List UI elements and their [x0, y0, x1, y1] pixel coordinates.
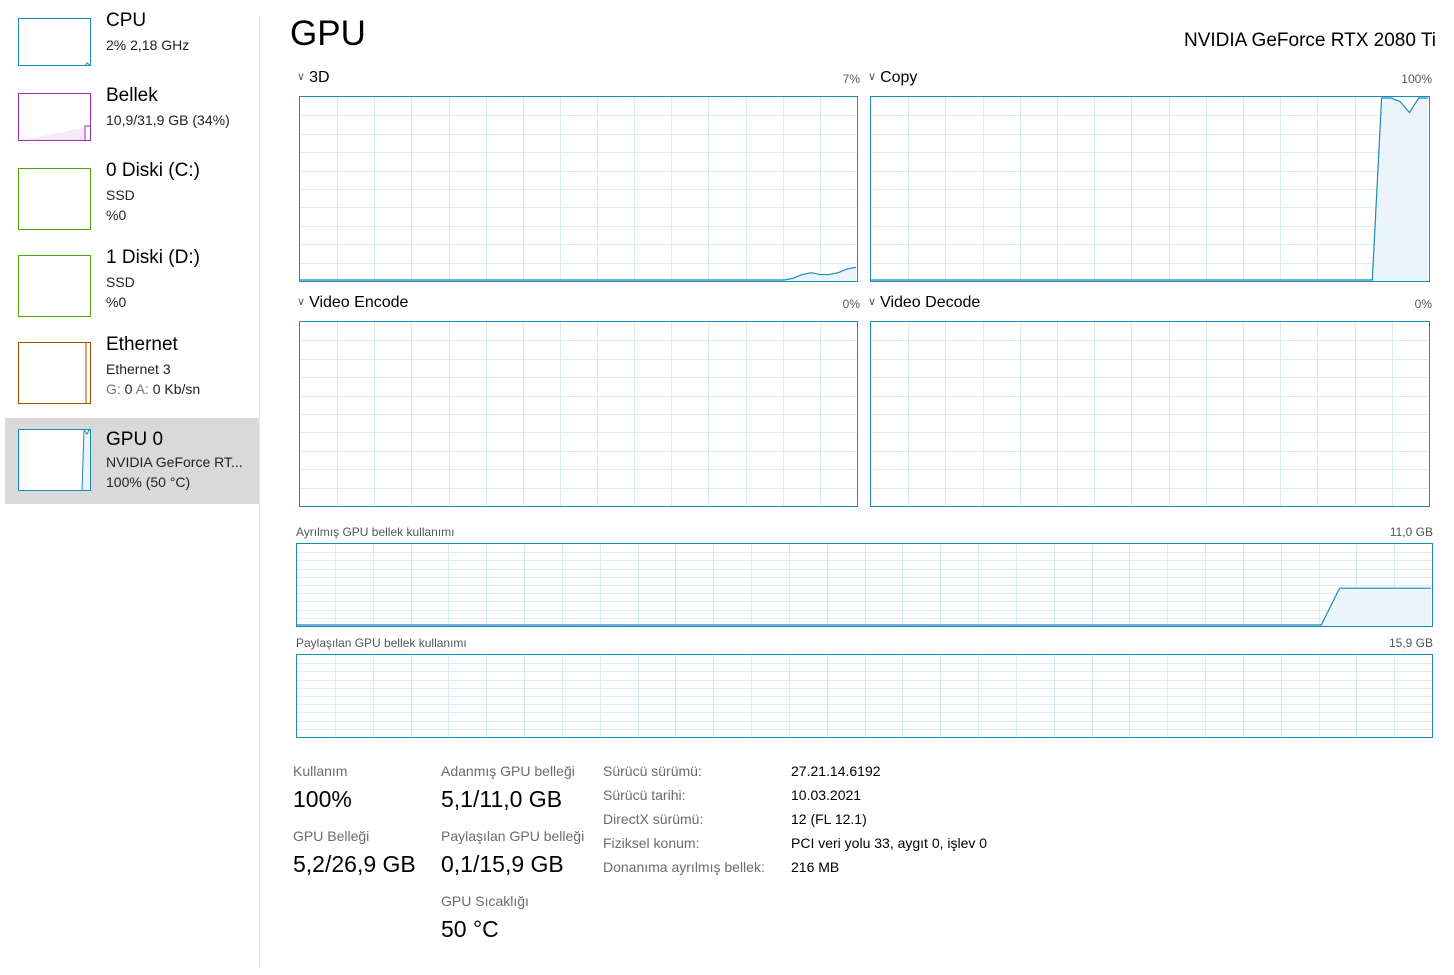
engine-selector-copy[interactable]: ∨ Copy	[868, 69, 917, 87]
sidebar-item-detail-2: 100% (50 °C)	[106, 474, 191, 490]
send-value: 0	[124, 381, 133, 397]
sidebar-item-title: 1 Diski (D:)	[106, 247, 200, 268]
sidebar-item-cpu[interactable]: CPU 2% 2,18 GHz	[5, 10, 259, 96]
engine-video-decode-history-svg	[871, 322, 1429, 506]
chevron-down-icon: ∨	[297, 71, 306, 83]
sidebar-item-disk-c[interactable]: 0 Diski (C:) SSD %0	[5, 160, 259, 246]
sidebar-item-title: GPU 0	[106, 429, 164, 450]
receive-label: A:	[135, 381, 149, 397]
sidebar-divider	[259, 18, 260, 966]
sidebar-item-detail: 10,9/31,9 GB (34%)	[106, 112, 230, 128]
dedicated-memory-value: 5,1/11,0 GB	[441, 786, 563, 812]
sidebar-item-title: Bellek	[106, 85, 158, 106]
memory-thumbnail-graph	[18, 93, 91, 141]
disk-c-thumbnail-graph	[18, 168, 91, 230]
dedicated-memory-graph	[296, 543, 1433, 627]
chevron-down-icon: ∨	[868, 296, 877, 308]
engine-3d-history-line	[300, 266, 857, 281]
dedicated-memory-label: Adanmış GPU belleği	[441, 763, 575, 779]
shared-memory-graph	[296, 654, 1433, 738]
usage-label: Kullanım	[293, 763, 348, 779]
sidebar-item-detail: NVIDIA GeForce RT...	[106, 454, 243, 470]
engine-percent-copy: 100%	[1401, 72, 1432, 86]
engine-graph-video-encode	[299, 321, 858, 507]
sidebar-item-ethernet[interactable]: Ethernet Ethernet 3 G: 0 A: 0 Kb/sn	[5, 334, 259, 420]
shared-memory-history-svg	[297, 655, 1432, 737]
engine-name: Video Encode	[309, 294, 409, 311]
dedicated-memory-graph-label: Ayrılmış GPU bellek kullanımı	[296, 525, 455, 539]
device-name: NVIDIA GeForce RTX 2080 Ti	[1183, 30, 1436, 51]
gpu-memory-label: GPU Belleği	[293, 828, 370, 844]
chevron-down-icon: ∨	[297, 296, 306, 308]
sidebar-item-detail: SSD	[106, 274, 135, 290]
engine-percent-video-encode: 0%	[842, 297, 860, 311]
engine-graph-video-decode	[870, 321, 1430, 507]
sidebar-item-disk-d[interactable]: 1 Diski (D:) SSD %0	[5, 247, 259, 333]
engine-name: Copy	[880, 69, 918, 86]
engine-graph-3d	[299, 96, 858, 282]
hardware-reserved-memory-label: Donanıma ayrılmış bellek:	[603, 859, 765, 875]
engine-selector-video-encode[interactable]: ∨ Video Encode	[297, 294, 408, 312]
engine-selector-3d[interactable]: ∨ 3D	[297, 69, 330, 87]
engine-graph-copy	[870, 96, 1430, 282]
usage-value: 100%	[293, 786, 352, 812]
page-title: GPU	[290, 14, 366, 53]
cpu-thumbnail-graph	[18, 18, 91, 66]
dedicated-memory-history-svg	[297, 544, 1432, 626]
sidebar-item-title: Ethernet	[106, 334, 178, 355]
chevron-down-icon: ∨	[868, 71, 877, 83]
engine-3d-history-svg	[300, 97, 857, 281]
shared-memory-graph-label: Paylaşılan GPU bellek kullanımı	[296, 636, 467, 650]
dedicated-memory-graph-max: 11,0 GB	[1389, 525, 1433, 539]
disk-d-thumbnail-graph	[18, 255, 91, 317]
directx-version-label: DirectX sürümü:	[603, 811, 704, 827]
ethernet-thumbnail-graph	[18, 342, 91, 404]
engine-3d-history-fill	[300, 267, 856, 281]
driver-date-value: 10.03.2021	[791, 787, 862, 803]
driver-version-label: Sürücü sürümü:	[603, 763, 702, 779]
hardware-reserved-memory-value: 216 MB	[791, 859, 840, 875]
engine-copy-history-svg	[871, 97, 1429, 281]
sidebar-item-title: CPU	[106, 10, 147, 31]
sidebar-item-detail: Ethernet 3	[106, 361, 171, 377]
sidebar-item-detail: 2% 2,18 GHz	[106, 37, 190, 53]
sidebar-item-detail-2: G: 0 A: 0 Kb/sn	[106, 381, 200, 397]
shared-memory-value: 0,1/15,9 GB	[441, 851, 564, 877]
gpu-memory-value: 5,2/26,9 GB	[293, 851, 416, 877]
receive-value: 0 Kb/sn	[152, 381, 201, 397]
sidebar: CPU 2% 2,18 GHz Bellek 10,9/31,9 GB (34%…	[0, 0, 260, 975]
driver-date-label: Sürücü tarihi:	[603, 787, 686, 803]
engine-percent-video-decode: 0%	[1414, 297, 1432, 311]
engine-percent-3d: 7%	[842, 72, 860, 86]
engine-video-encode-history-svg	[300, 322, 857, 506]
sidebar-item-detail-2: %0	[106, 294, 127, 310]
shared-memory-label: Paylaşılan GPU belleği	[441, 828, 585, 844]
sidebar-item-detail-2: %0	[106, 207, 127, 223]
send-label: G:	[106, 381, 121, 397]
gpu-thumbnail-graph	[18, 429, 91, 491]
driver-version-value: 27.21.14.6192	[791, 763, 881, 779]
sidebar-item-memory[interactable]: Bellek 10,9/31,9 GB (34%)	[5, 85, 259, 171]
engine-selector-video-decode[interactable]: ∨ Video Decode	[868, 294, 980, 312]
sidebar-item-gpu0[interactable]: GPU 0 NVIDIA GeForce RT... 100% (50 °C)	[5, 418, 259, 504]
sidebar-item-title: 0 Diski (C:)	[106, 160, 200, 181]
directx-version-value: 12 (FL 12.1)	[791, 811, 867, 827]
physical-location-value: PCI veri yolu 33, aygıt 0, işlev 0	[791, 835, 988, 851]
engine-name: 3D	[309, 69, 330, 86]
sidebar-item-detail: SSD	[106, 187, 135, 203]
temperature-value: 50 °C	[441, 916, 499, 942]
shared-memory-graph-max: 15,9 GB	[1388, 636, 1433, 650]
engine-name: Video Decode	[880, 294, 981, 311]
temperature-label: GPU Sıcaklığı	[441, 893, 529, 909]
physical-location-label: Fiziksel konum:	[603, 835, 700, 851]
